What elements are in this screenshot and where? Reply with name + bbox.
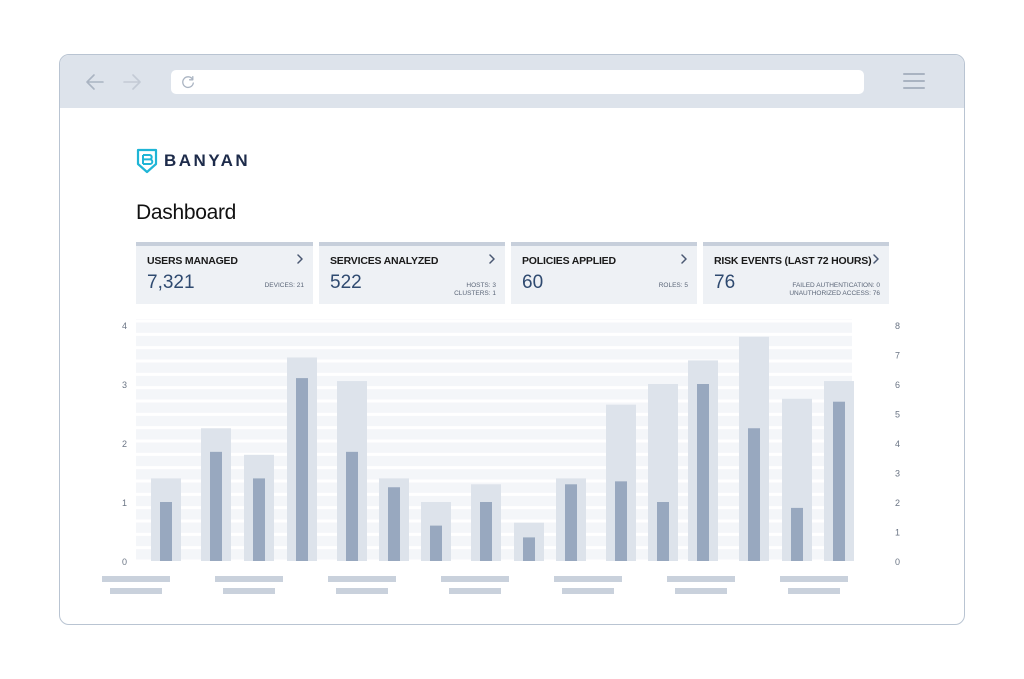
- category-label-placeholder: [328, 576, 396, 582]
- category-label-placeholder: [788, 588, 840, 594]
- category-label-placeholder: [102, 576, 170, 582]
- category-label-placeholder: [215, 576, 283, 582]
- right-axis-tick-label: 4: [895, 439, 900, 449]
- bar-foreground: [210, 451, 222, 561]
- category-label-placeholder: [223, 588, 275, 594]
- right-axis-tick-label: 7: [895, 351, 900, 361]
- browser-window: BANYAN Dashboard USERS MANAGED 7,321 DEV…: [59, 54, 965, 625]
- bar-foreground: [346, 451, 358, 561]
- bar-foreground: [480, 502, 492, 561]
- left-axis-tick-label: 3: [122, 380, 127, 390]
- bar-foreground: [160, 502, 172, 561]
- bar-foreground: [697, 384, 709, 561]
- right-axis-tick-label: 8: [895, 321, 900, 331]
- right-axis-tick-label: 6: [895, 380, 900, 390]
- bar-foreground: [833, 401, 845, 561]
- left-axis-tick-label: 1: [122, 498, 127, 508]
- category-label-placeholder: [667, 576, 735, 582]
- category-label-placeholder: [449, 588, 501, 594]
- left-axis-tick-label: 4: [122, 321, 127, 331]
- category-label-placeholder: [675, 588, 727, 594]
- right-axis-tick-label: 1: [895, 528, 900, 538]
- right-axis-tick-label: 2: [895, 498, 900, 508]
- left-axis-tick-label: 0: [122, 557, 127, 567]
- bar-foreground: [791, 507, 803, 561]
- bar-foreground: [657, 502, 669, 561]
- bar-foreground: [523, 537, 535, 561]
- left-axis-tick-label: 2: [122, 439, 127, 449]
- category-label-placeholder: [780, 576, 848, 582]
- bar-chart: 0 1 2 3 4 0 1 2 3 4 5 6 7 8: [102, 319, 900, 594]
- right-axis-tick-label: 0: [895, 557, 900, 567]
- bar-foreground: [388, 487, 400, 561]
- category-label-placeholder: [336, 588, 388, 594]
- bar-foreground: [565, 484, 577, 561]
- bar-foreground: [253, 478, 265, 561]
- right-axis-tick-label: 3: [895, 469, 900, 479]
- bar-foreground: [296, 378, 308, 561]
- category-label-placeholder: [562, 588, 614, 594]
- category-label-placeholder: [110, 588, 162, 594]
- bar-foreground: [748, 428, 760, 561]
- right-axis-tick-label: 5: [895, 410, 900, 420]
- bar-foreground: [615, 481, 627, 561]
- category-label-placeholder: [441, 576, 509, 582]
- category-label-placeholder: [554, 576, 622, 582]
- bar-foreground: [430, 525, 442, 561]
